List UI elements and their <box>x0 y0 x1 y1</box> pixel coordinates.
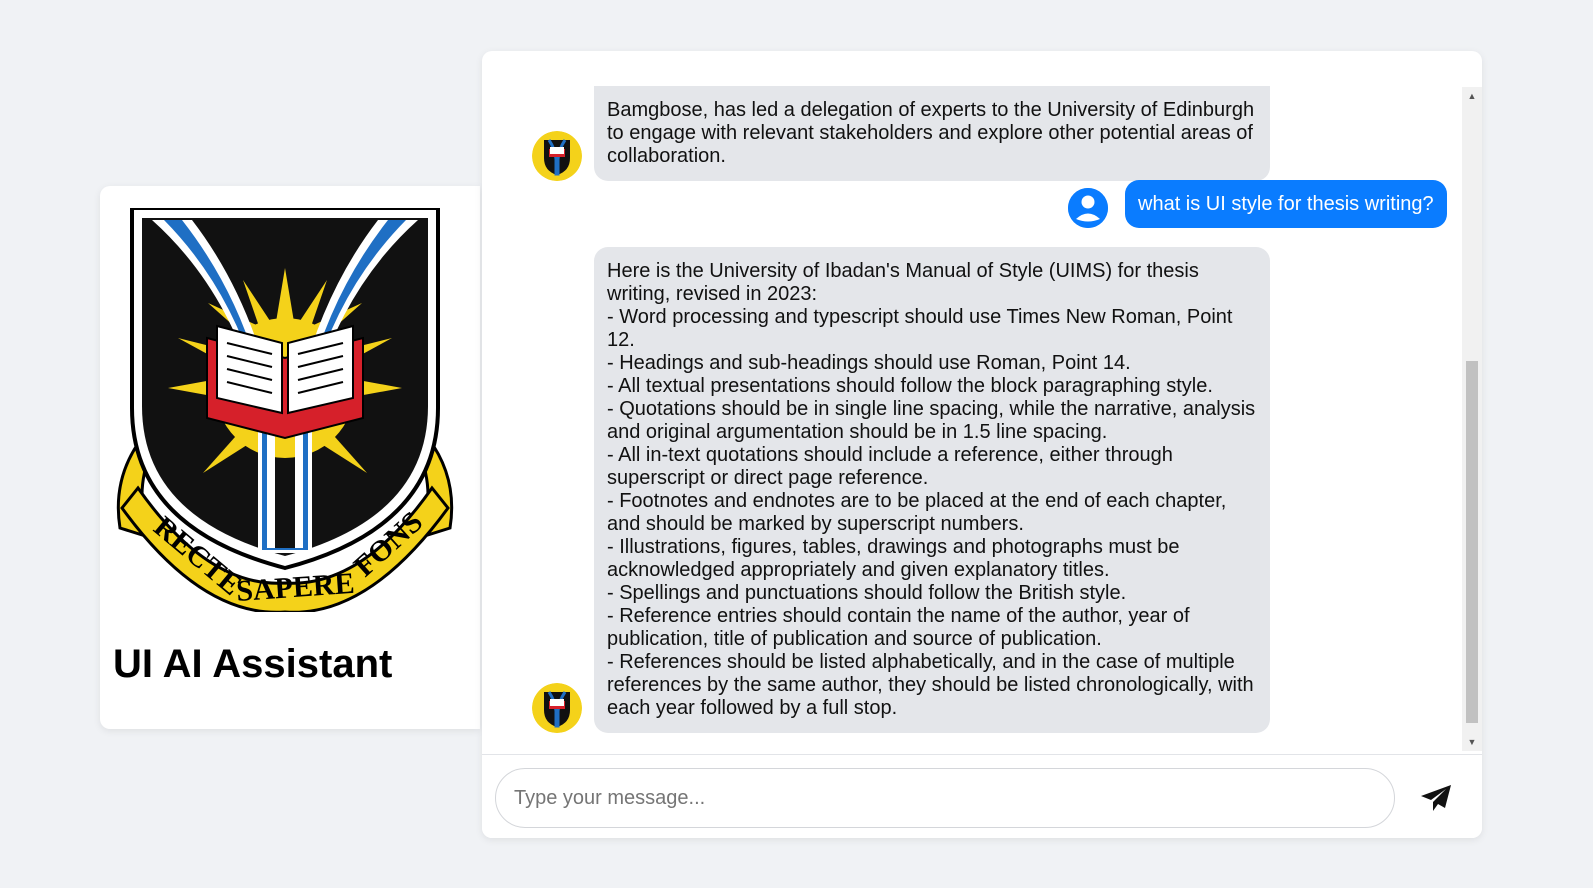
message-scrollbar[interactable]: ▲ ▼ <box>1462 87 1482 751</box>
paper-plane-icon <box>1421 785 1451 811</box>
user-message-text: what is UI style for thesis writing? <box>1125 180 1447 228</box>
bot-avatar-crest-icon <box>532 131 582 181</box>
bot-avatar-crest-icon <box>532 683 582 733</box>
chat-window: Bamgbose, has led a delegation of expert… <box>482 51 1482 838</box>
composer-bar <box>482 754 1482 838</box>
brand-card: RECTE SAPERE FONS UI AI Assistant <box>100 186 480 729</box>
scroll-thumb[interactable] <box>1466 361 1478 723</box>
bot-message: Bamgbose, has led a delegation of expert… <box>532 86 1270 181</box>
message-input[interactable] <box>495 768 1395 828</box>
scroll-up-arrow-icon[interactable]: ▲ <box>1462 87 1482 105</box>
message-list[interactable]: Bamgbose, has led a delegation of expert… <box>482 51 1462 751</box>
bot-message-text: Bamgbose, has led a delegation of expert… <box>594 86 1270 181</box>
bot-message-text: Here is the University of Ibadan's Manua… <box>594 247 1270 733</box>
bot-message: Here is the University of Ibadan's Manua… <box>532 247 1270 733</box>
user-avatar-icon <box>1068 188 1108 228</box>
send-button[interactable] <box>1418 781 1454 815</box>
scroll-down-arrow-icon[interactable]: ▼ <box>1462 733 1482 751</box>
app-title: UI AI Assistant <box>113 642 393 686</box>
university-crest-logo: RECTE SAPERE FONS <box>112 208 458 612</box>
user-message: what is UI style for thesis writing? <box>1068 180 1447 228</box>
